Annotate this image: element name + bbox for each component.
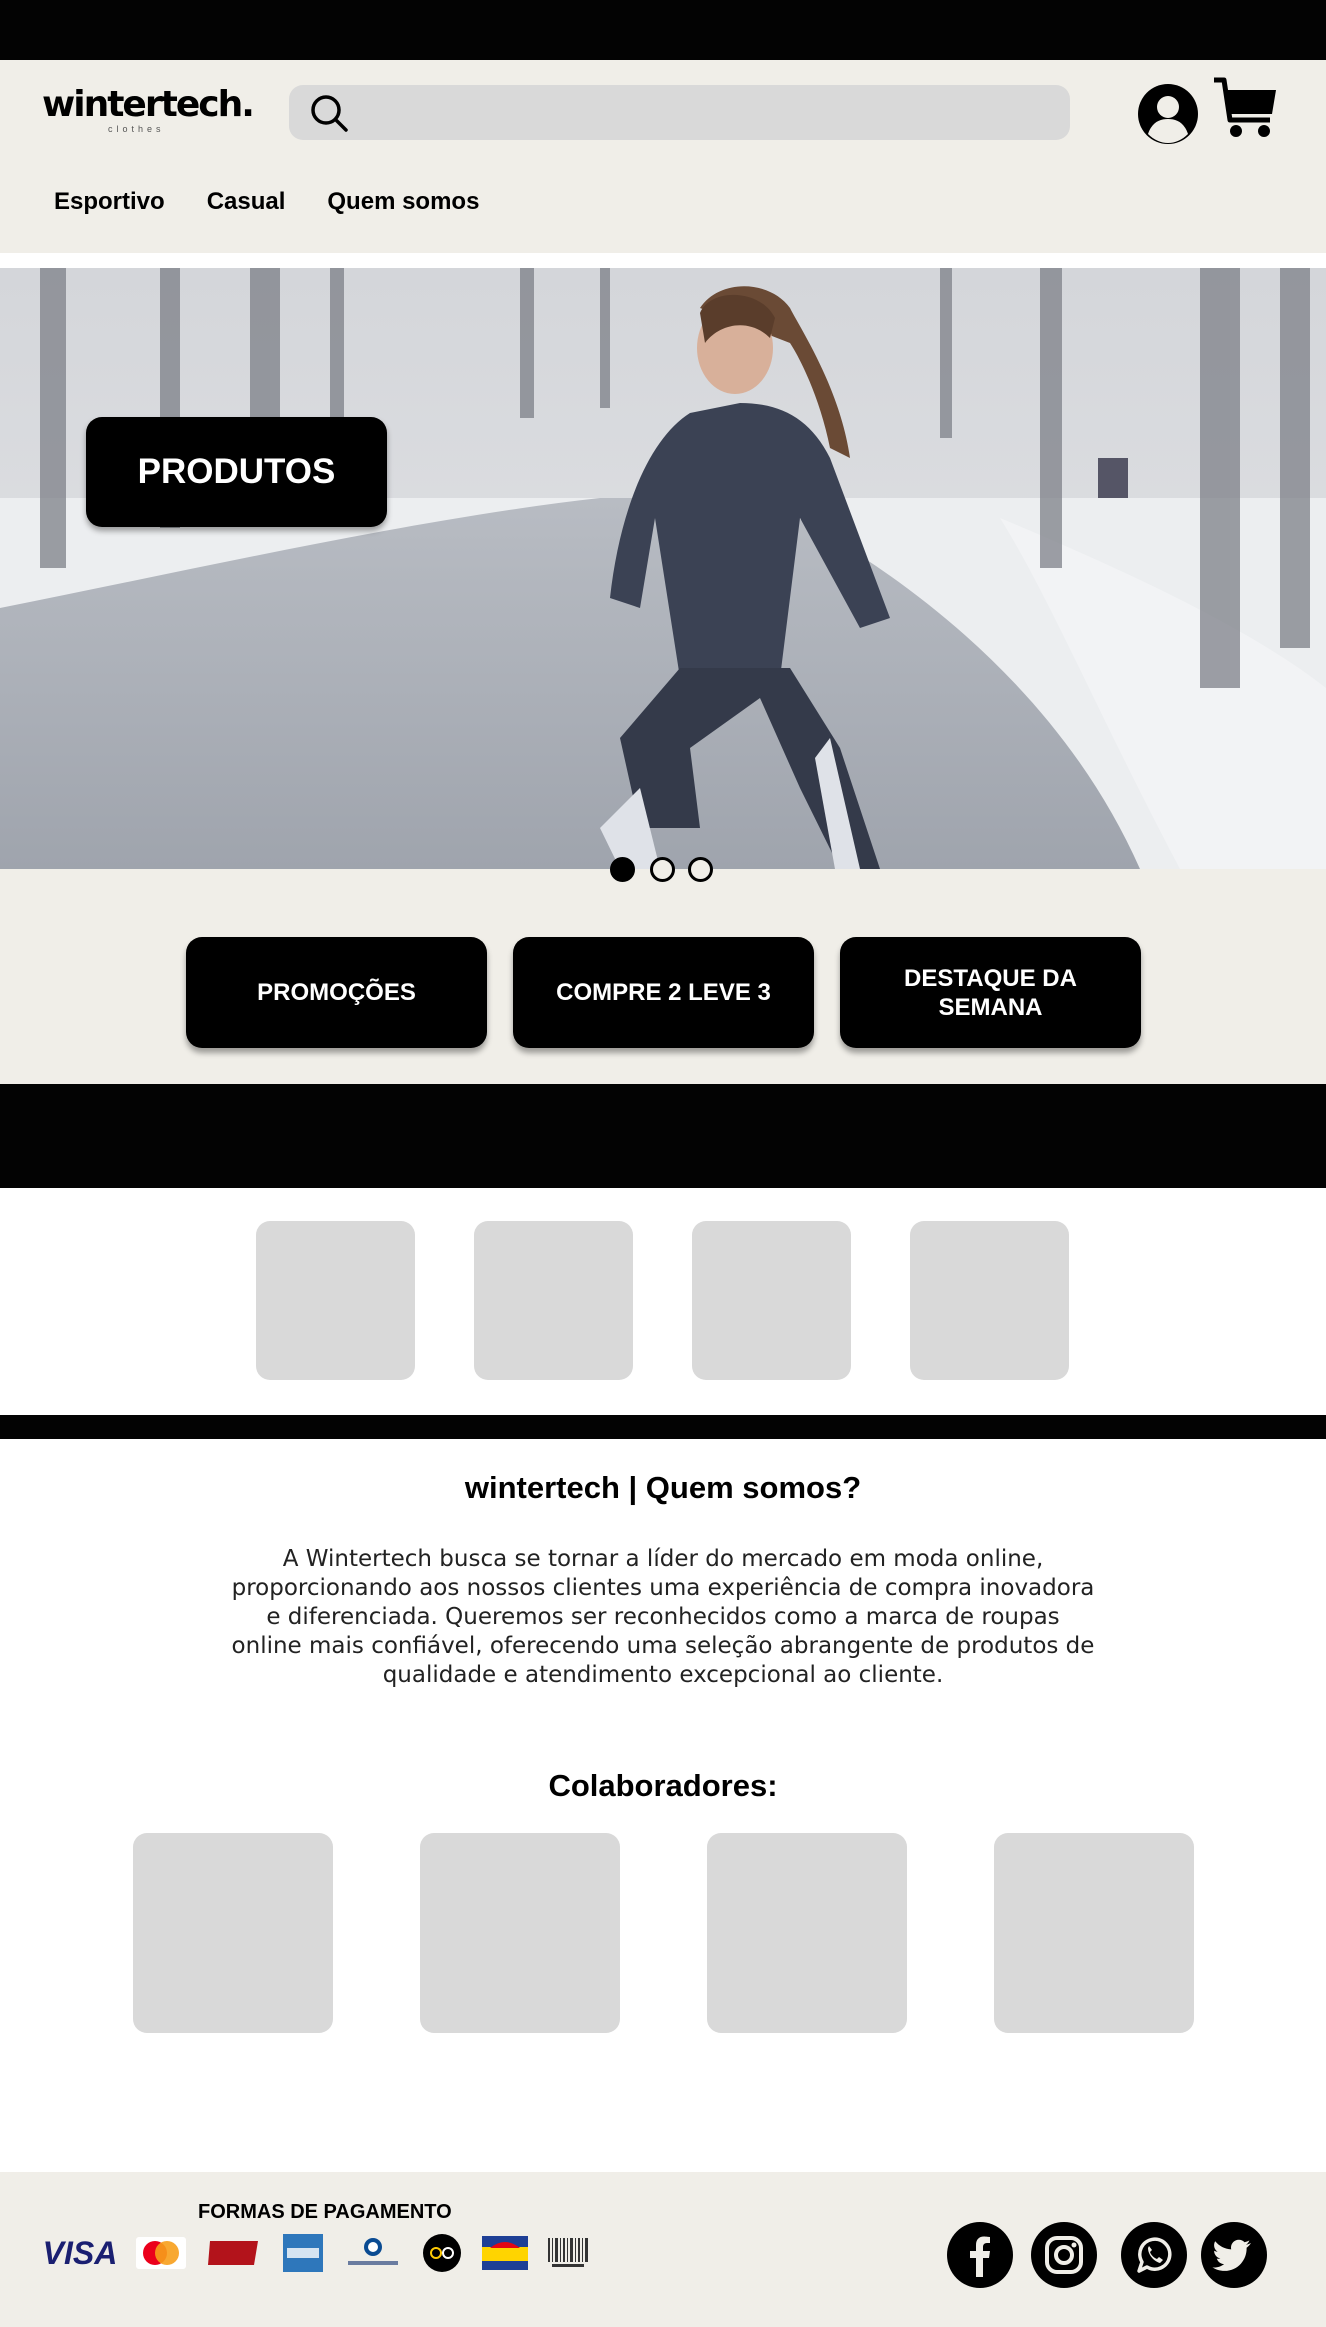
section-divider bbox=[0, 1415, 1326, 1439]
payment-title: FORMAS DE PAGAMENTO bbox=[198, 2201, 452, 2223]
elo-logo bbox=[422, 2234, 462, 2272]
search-input[interactable] bbox=[289, 85, 1070, 140]
compre-2-leve-3-button[interactable]: COMPRE 2 LEVE 3 bbox=[513, 937, 814, 1048]
collaborators-title: Colaboradores: bbox=[548, 1768, 778, 1803]
carousel-dot-1[interactable] bbox=[610, 857, 635, 882]
logo-wordmark: wintertech. bbox=[42, 84, 255, 125]
hero-image bbox=[0, 268, 1326, 869]
nav-item-quem-somos[interactable]: Quem somos bbox=[327, 188, 479, 216]
promocoes-button[interactable]: PROMOÇÕES bbox=[186, 937, 487, 1048]
nav-item-casual[interactable]: Casual bbox=[207, 188, 286, 216]
cart-icon[interactable] bbox=[1212, 76, 1278, 142]
top-bar bbox=[0, 0, 1326, 60]
mastercard-logo bbox=[136, 2235, 186, 2271]
section-divider bbox=[0, 1084, 1326, 1188]
collaborator-card[interactable] bbox=[420, 1833, 620, 2033]
aura-logo bbox=[482, 2235, 528, 2271]
logo-tagline: clothes bbox=[108, 124, 165, 134]
collaborator-card[interactable] bbox=[707, 1833, 907, 2033]
boleto-logo bbox=[546, 2235, 590, 2271]
search-icon[interactable] bbox=[309, 93, 349, 133]
carousel-dot-2[interactable] bbox=[650, 857, 675, 882]
amex-logo bbox=[283, 2234, 323, 2272]
hero-banner bbox=[0, 268, 1326, 869]
instagram-icon[interactable] bbox=[1030, 2221, 1098, 2289]
produtos-button[interactable]: PRODUTOS bbox=[86, 417, 387, 527]
product-thumbnail[interactable] bbox=[692, 1221, 851, 1380]
diners-club-logo bbox=[342, 2235, 404, 2271]
product-thumbnail[interactable] bbox=[910, 1221, 1069, 1380]
about-title: wintertech | Quem somos? bbox=[464, 1470, 862, 1505]
whatsapp-icon[interactable] bbox=[1120, 2221, 1188, 2289]
about-text: A Wintertech busca se tornar a líder do … bbox=[231, 1546, 1095, 1688]
twitter-icon[interactable] bbox=[1200, 2221, 1268, 2289]
facebook-icon[interactable] bbox=[946, 2221, 1014, 2289]
hipercard-logo bbox=[206, 2235, 260, 2271]
main-nav: Esportivo Casual Quem somos bbox=[54, 188, 479, 216]
logo[interactable]: wintertech. clothes bbox=[42, 84, 255, 138]
product-thumbnail[interactable] bbox=[474, 1221, 633, 1380]
user-account-icon[interactable] bbox=[1136, 82, 1200, 146]
nav-item-esportivo[interactable]: Esportivo bbox=[54, 188, 165, 216]
visa-logo: VISA bbox=[42, 2234, 118, 2271]
collaborator-card[interactable] bbox=[994, 1833, 1194, 2033]
destaque-da-semana-button[interactable]: DESTAQUE DA SEMANA bbox=[840, 937, 1141, 1048]
product-thumbnail[interactable] bbox=[256, 1221, 415, 1380]
collaborator-card[interactable] bbox=[133, 1833, 333, 2033]
carousel-dot-3[interactable] bbox=[688, 857, 713, 882]
